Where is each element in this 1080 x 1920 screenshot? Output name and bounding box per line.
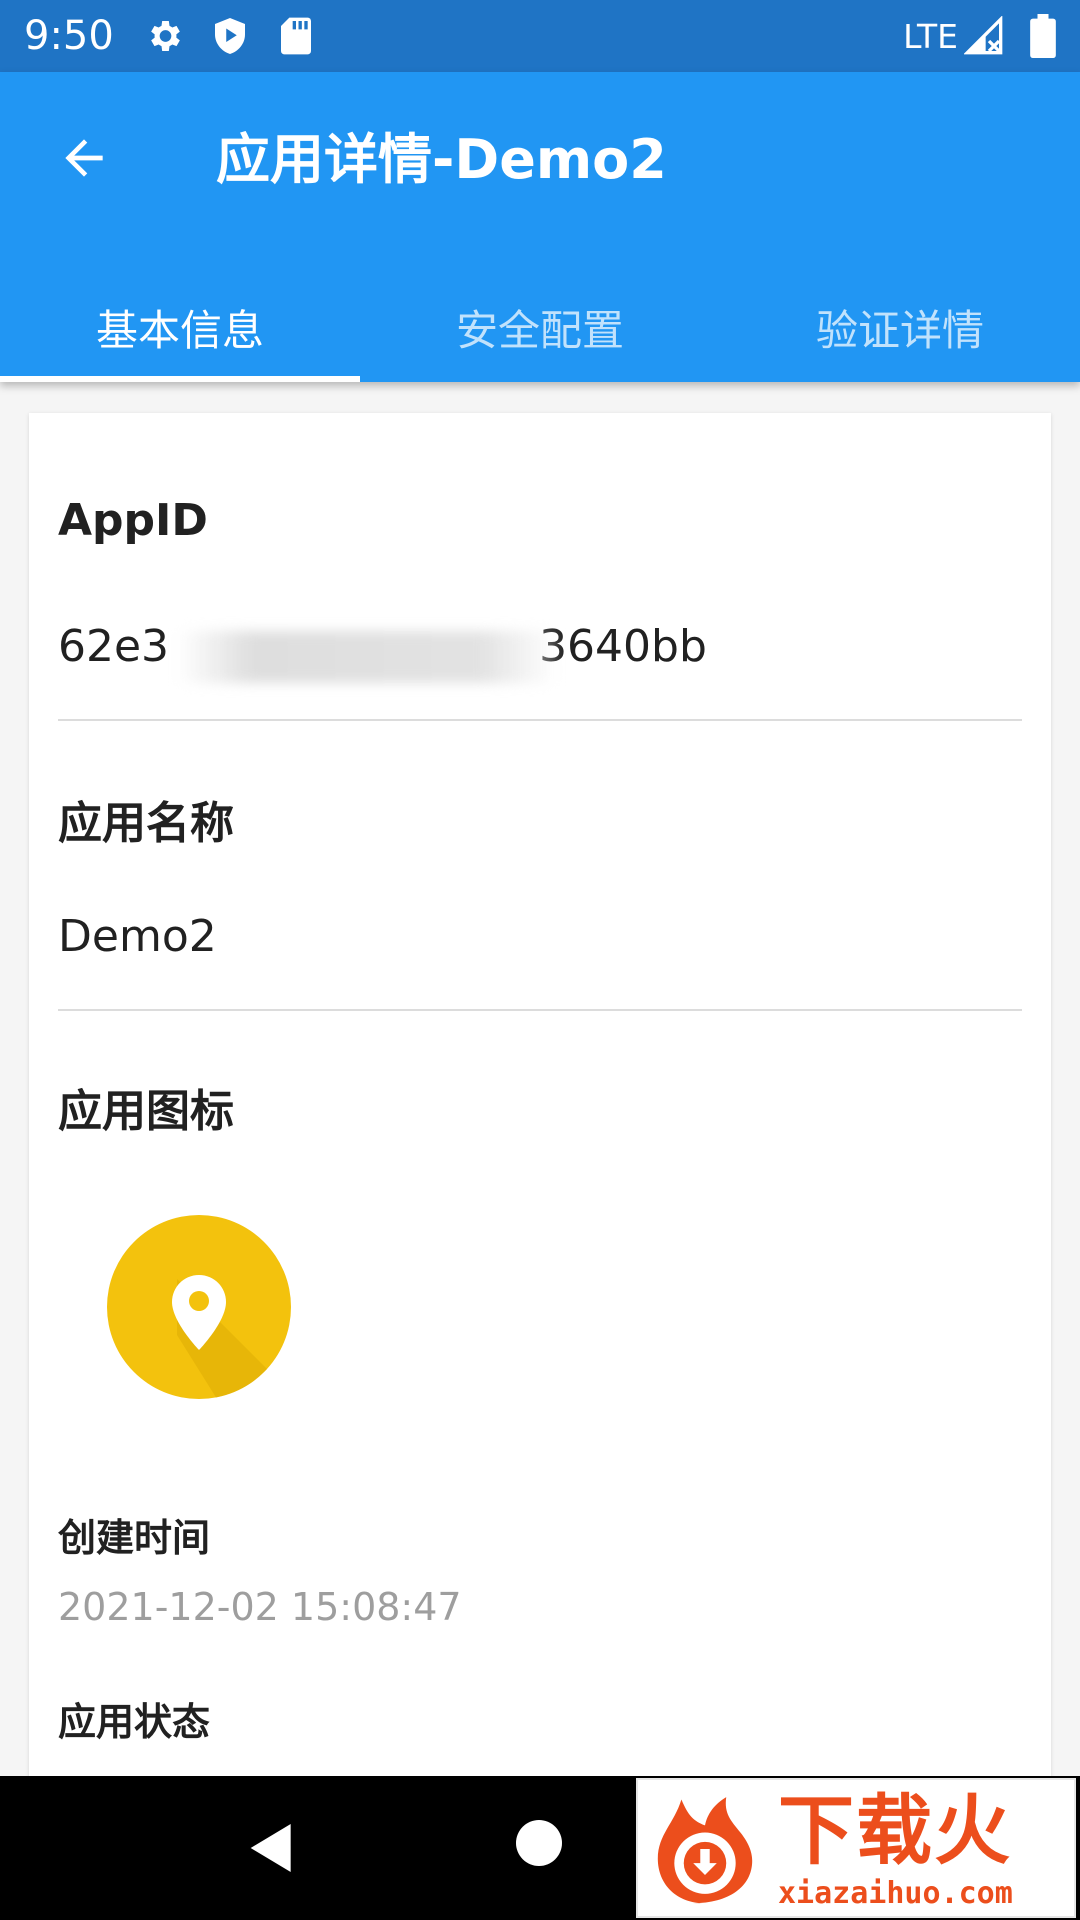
gear-icon: [144, 16, 184, 56]
tab-label: 安全配置: [455, 305, 624, 355]
flame-logo-icon: [657, 1797, 753, 1904]
created-time-label: 创建时间: [58, 1516, 211, 1560]
sd-card-icon: [276, 16, 316, 56]
back-button[interactable]: [48, 122, 120, 194]
created-time-value: 2021-12-02 15:08:47: [58, 1585, 462, 1629]
redaction-blur: [177, 631, 557, 683]
status-bar: 9:50 LTE: [0, 0, 1080, 72]
tab-indicator: [0, 376, 360, 382]
tab-verification-details[interactable]: 验证详情: [720, 272, 1080, 382]
triangle-back-icon: [250, 1824, 291, 1872]
app-icon-label: 应用图标: [58, 1086, 234, 1137]
tab-basic-info[interactable]: 基本信息: [0, 272, 360, 382]
detail-card: AppID 62e3 3640bb 应用名称 Demo2 应用图标 创建时间 20…: [29, 413, 1051, 1793]
tab-label: 基本信息: [95, 305, 264, 355]
page-title: 应用详情-Demo2: [216, 128, 667, 191]
tab-security-config[interactable]: 安全配置: [360, 272, 720, 382]
nav-home-button[interactable]: [516, 1820, 562, 1866]
arrow-left-icon: [65, 139, 103, 177]
shield-play-icon: [210, 16, 250, 56]
watermark: 下载火 xiazaihuo.com: [636, 1778, 1076, 1918]
app-icon: [107, 1215, 291, 1399]
appid-value-end: 3640bb: [539, 621, 707, 672]
network-type: LTE: [903, 16, 958, 56]
app-status-label: 应用状态: [58, 1700, 211, 1744]
battery-icon: [1030, 14, 1056, 58]
watermark-url: xiazaihuo.com: [778, 1876, 1013, 1911]
signal-icon: [964, 16, 1004, 56]
appid-label: AppID: [58, 495, 208, 546]
watermark-text: 下载火: [778, 1786, 1012, 1875]
divider: [58, 719, 1022, 721]
appid-value-start: 62e3: [58, 621, 170, 672]
app-name-value: Demo2: [58, 911, 217, 962]
app-bar: 应用详情-Demo2 基本信息 安全配置 验证详情: [0, 72, 1080, 382]
tab-label: 验证详情: [815, 305, 984, 355]
divider: [58, 1009, 1022, 1011]
tab-bar: 基本信息 安全配置 验证详情: [0, 272, 1080, 382]
app-name-label: 应用名称: [58, 798, 234, 849]
status-time: 9:50: [24, 13, 114, 59]
nav-back-button[interactable]: [240, 1816, 304, 1880]
